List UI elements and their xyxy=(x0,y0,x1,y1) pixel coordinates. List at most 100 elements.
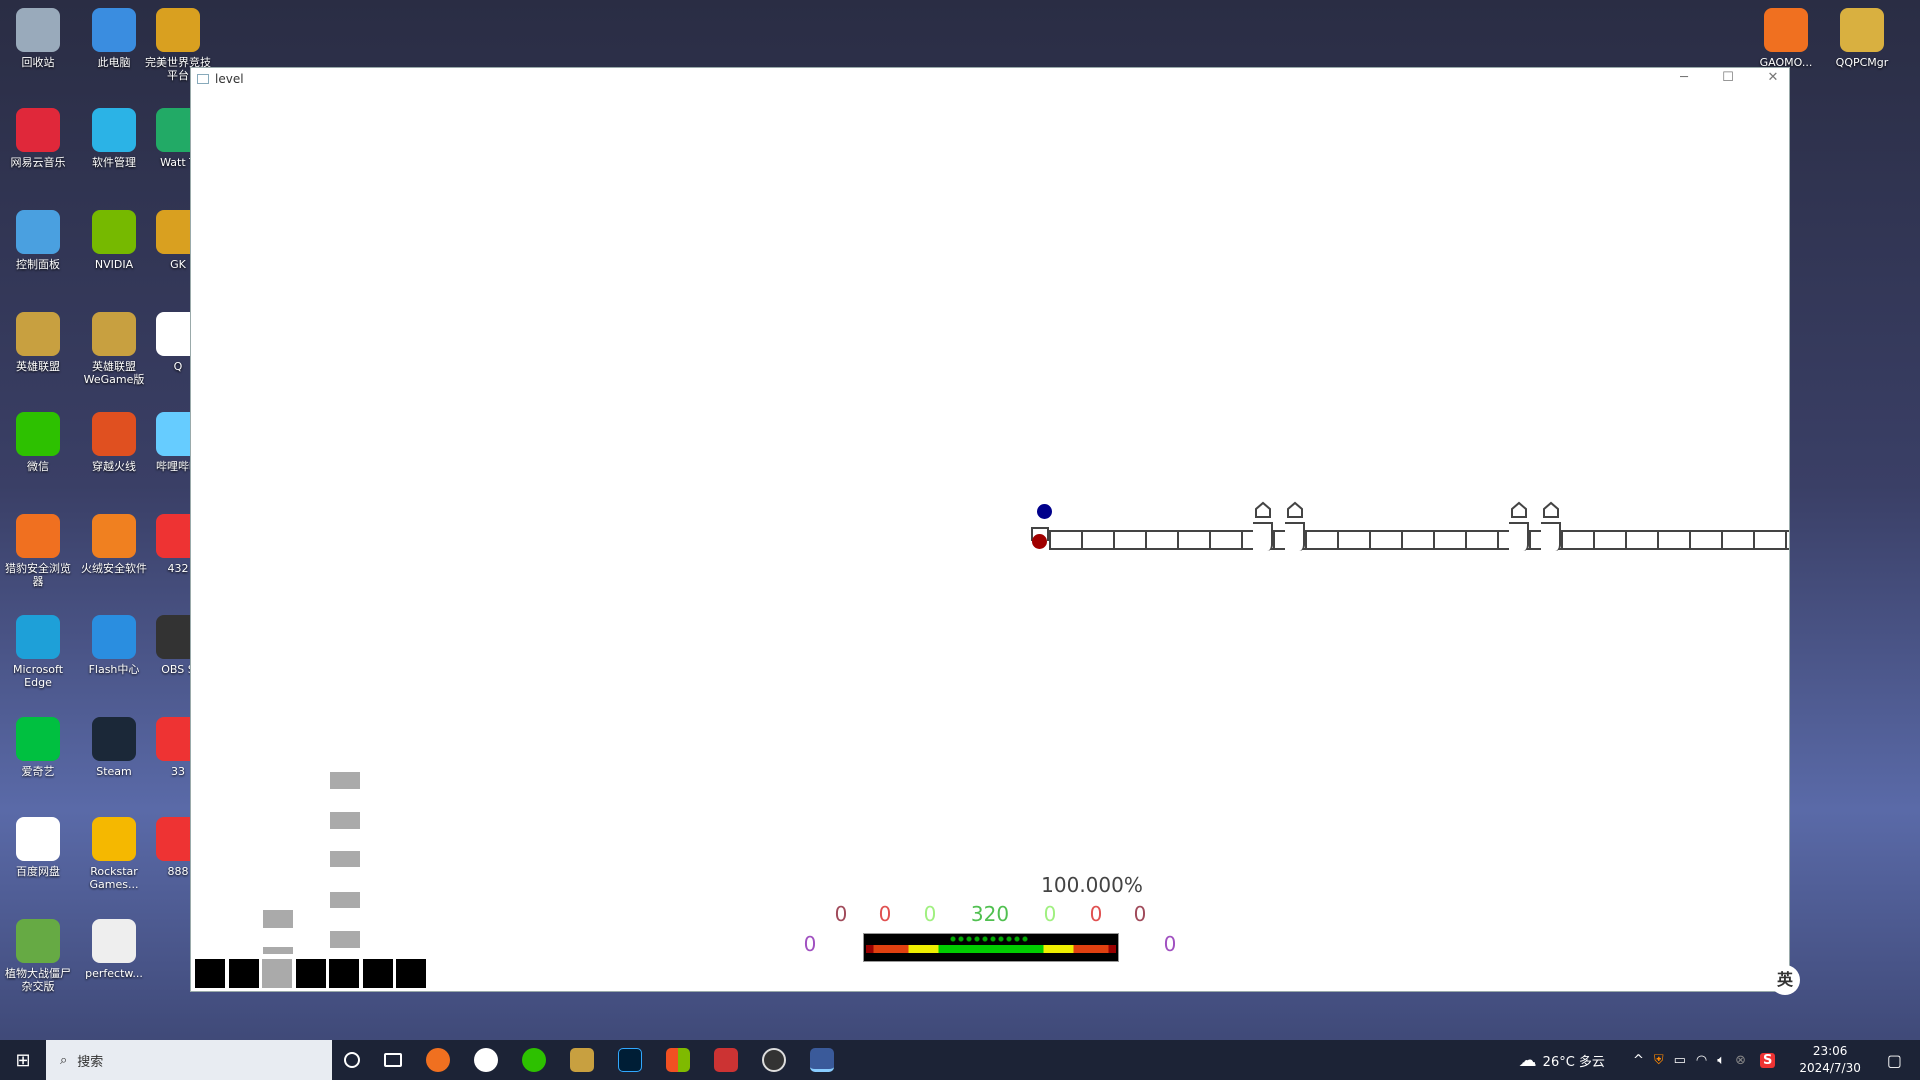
desktop-icon-label: 爱奇艺 xyxy=(21,765,55,778)
clock[interactable]: 23:06 2024/7/30 xyxy=(1799,1043,1861,1077)
app-icon xyxy=(16,210,60,254)
desktop-icon[interactable]: 控制面板 xyxy=(0,210,76,271)
track-tile xyxy=(1433,530,1465,550)
desktop-icon[interactable]: 微信 xyxy=(0,412,76,473)
key-block xyxy=(396,959,426,988)
game-window: level ─ ☐ ✕ 100.000% 0 0 0 320 0 0 0 0 0 xyxy=(190,67,1790,992)
notification-icon[interactable]: ▢ xyxy=(1887,1051,1902,1070)
track-tile xyxy=(1145,530,1177,550)
late-miss-count: 0 xyxy=(1163,932,1177,956)
taskbar: ⊞ ⌕ 搜索 ☁ 26°C 多云 ^ ⛨ ▭ ◠ 🔈︎ ⊗ S 23:06 202… xyxy=(0,1040,1920,1080)
battery-icon[interactable]: ▭ xyxy=(1674,1053,1686,1068)
level-window-task[interactable] xyxy=(810,1048,834,1072)
accuracy-text: 100.000% xyxy=(1041,873,1143,897)
app-icon xyxy=(156,8,200,52)
desktop-icon-label: 网易云音乐 xyxy=(10,156,66,169)
track-tile xyxy=(1081,530,1113,550)
cortana-icon[interactable] xyxy=(344,1052,360,1068)
desktop-icon-label: 英雄联盟 xyxy=(16,360,60,373)
judgement-count: 0 xyxy=(878,902,892,926)
app-icon xyxy=(16,717,60,761)
app-icon xyxy=(92,919,136,963)
desktop-icon[interactable]: 网易云音乐 xyxy=(0,108,76,169)
task-view-icon[interactable] xyxy=(384,1053,402,1067)
key-rain-bar xyxy=(263,910,293,928)
app-icon xyxy=(1840,8,1884,52)
key-block xyxy=(329,959,359,988)
app-icon xyxy=(16,817,60,861)
store-icon[interactable] xyxy=(666,1048,690,1072)
track-tile xyxy=(1049,530,1081,550)
desktop-icon[interactable]: 百度网盘 xyxy=(0,817,76,878)
key-block xyxy=(195,959,225,988)
track-tile xyxy=(1689,530,1721,550)
track-tile xyxy=(1401,530,1433,550)
track-tile xyxy=(1785,530,1789,550)
app-icon xyxy=(92,312,136,356)
judgement-count: 0 xyxy=(1043,902,1057,926)
desktop-icon[interactable]: QQPCMgr xyxy=(1824,8,1900,69)
app-icon xyxy=(16,108,60,152)
key-rain-bar xyxy=(263,947,293,954)
ime-icon[interactable]: S xyxy=(1759,1052,1776,1068)
key-block xyxy=(262,959,292,988)
desktop-icon-label: 植物大战僵尸杂交版 xyxy=(5,967,71,993)
browser-icon[interactable] xyxy=(426,1048,450,1072)
app-icon xyxy=(92,210,136,254)
volume-icon[interactable]: 🔈︎ xyxy=(1717,1053,1725,1068)
photoshop-icon[interactable] xyxy=(618,1048,642,1072)
wechat-icon[interactable] xyxy=(522,1048,546,1072)
desktop-icon[interactable]: 回收站 xyxy=(0,8,76,69)
app-icon xyxy=(16,514,60,558)
app-icon xyxy=(16,8,60,52)
desktop-icon[interactable]: 猎豹安全浏览器 xyxy=(0,514,76,588)
blue-planet xyxy=(1037,504,1052,519)
track-tile xyxy=(1177,530,1209,550)
minimize-button[interactable]: ─ xyxy=(1669,70,1699,88)
judgement-count: 0 xyxy=(834,902,848,926)
league-icon[interactable] xyxy=(570,1048,594,1072)
app-icon xyxy=(92,108,136,152)
weather-icon[interactable]: ☁ xyxy=(1519,1050,1537,1071)
close-button[interactable]: ✕ xyxy=(1758,70,1788,88)
search-box[interactable]: ⌕ 搜索 xyxy=(46,1040,332,1080)
wifi-icon[interactable]: ◠ xyxy=(1696,1053,1707,1068)
key-rain-bar xyxy=(330,931,360,948)
start-button[interactable]: ⊞ xyxy=(0,1050,46,1071)
desktop-icon[interactable]: 爱奇艺 xyxy=(0,717,76,778)
window-title: level xyxy=(215,72,244,86)
desktop-icon[interactable]: GAOMO... xyxy=(1748,8,1824,69)
maximize-button[interactable]: ☐ xyxy=(1713,70,1743,88)
weather-text[interactable]: 26°C 多云 xyxy=(1543,1051,1605,1070)
ime-badge[interactable]: 英 xyxy=(1770,965,1800,995)
obs-icon[interactable] xyxy=(762,1048,786,1072)
track-tile xyxy=(1305,530,1337,550)
checkpoint-house-icon xyxy=(1254,501,1272,519)
key-rain-bar xyxy=(330,851,360,867)
key-block xyxy=(362,959,393,988)
search-icon: ⌕ xyxy=(60,1052,68,1068)
key-rain-bar xyxy=(330,772,360,789)
desktop-icon-label: Microsoft Edge xyxy=(12,663,64,689)
desktop-icon[interactable]: perfectw... xyxy=(76,919,152,980)
track-tile xyxy=(1721,530,1753,550)
clock-date: 2024/7/30 xyxy=(1799,1061,1861,1075)
clock-time: 23:06 xyxy=(1812,1044,1848,1058)
qq-icon[interactable] xyxy=(474,1048,498,1072)
security-tray-icon[interactable]: ⛨ xyxy=(1654,1053,1664,1068)
app-icon xyxy=(92,615,136,659)
desktop-icon[interactable]: Microsoft Edge xyxy=(0,615,76,689)
app-icon xyxy=(92,514,136,558)
title-bar: level ─ ☐ ✕ xyxy=(191,68,1789,90)
desktop-icon[interactable]: 植物大战僵尸杂交版 xyxy=(0,919,76,993)
twirl-tile xyxy=(1285,522,1305,551)
app-icon xyxy=(92,817,136,861)
twirl-tile xyxy=(1253,522,1273,551)
app-icon[interactable] xyxy=(714,1048,738,1072)
app-icon xyxy=(92,717,136,761)
timing-bar xyxy=(863,933,1119,962)
desktop-icon-label: 百度网盘 xyxy=(16,865,60,878)
tray-chevron-icon[interactable]: ^ xyxy=(1633,1053,1644,1068)
close-circle-icon[interactable]: ⊗ xyxy=(1735,1053,1746,1068)
desktop-icon[interactable]: 英雄联盟 xyxy=(0,312,76,373)
